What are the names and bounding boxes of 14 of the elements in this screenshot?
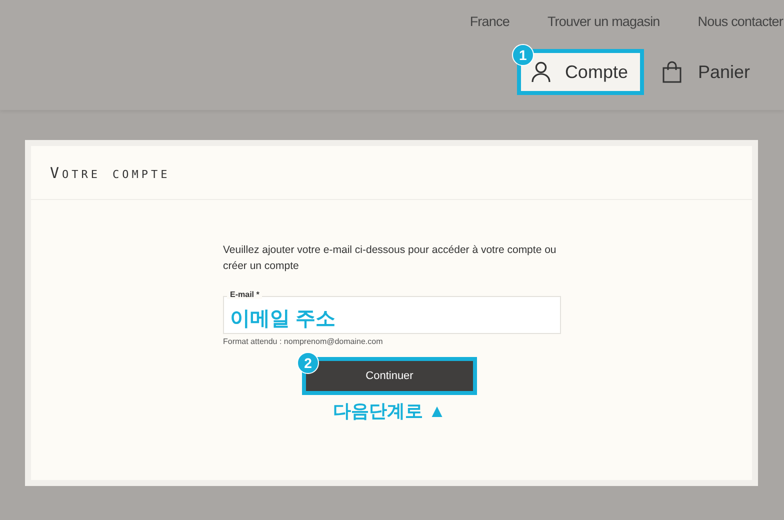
shopping-bag-icon	[662, 61, 682, 83]
annotation-caption: 다음단계로 ▲	[333, 400, 446, 423]
field-label: E-mail *	[227, 290, 262, 299]
card-title: Votre compte	[50, 164, 170, 182]
format-hint: Format attendu : nomprenom@domaine.com	[223, 337, 384, 346]
step-badge: 1	[512, 44, 534, 66]
top-link[interactable]: Nous contacter	[698, 14, 783, 34]
cart-link[interactable]: Panier	[662, 61, 750, 83]
email-field[interactable]: 이메일 주소	[223, 296, 561, 334]
top-link[interactable]: Trouver un magasin	[547, 14, 660, 34]
step-badge: 2	[297, 352, 319, 374]
top-link[interactable]: France	[470, 14, 510, 34]
intro-text: Veuillez ajouter votre e-mail ci-dessous pour accéder à votre compte ou créer un compte	[223, 243, 558, 274]
user-icon	[530, 61, 551, 83]
